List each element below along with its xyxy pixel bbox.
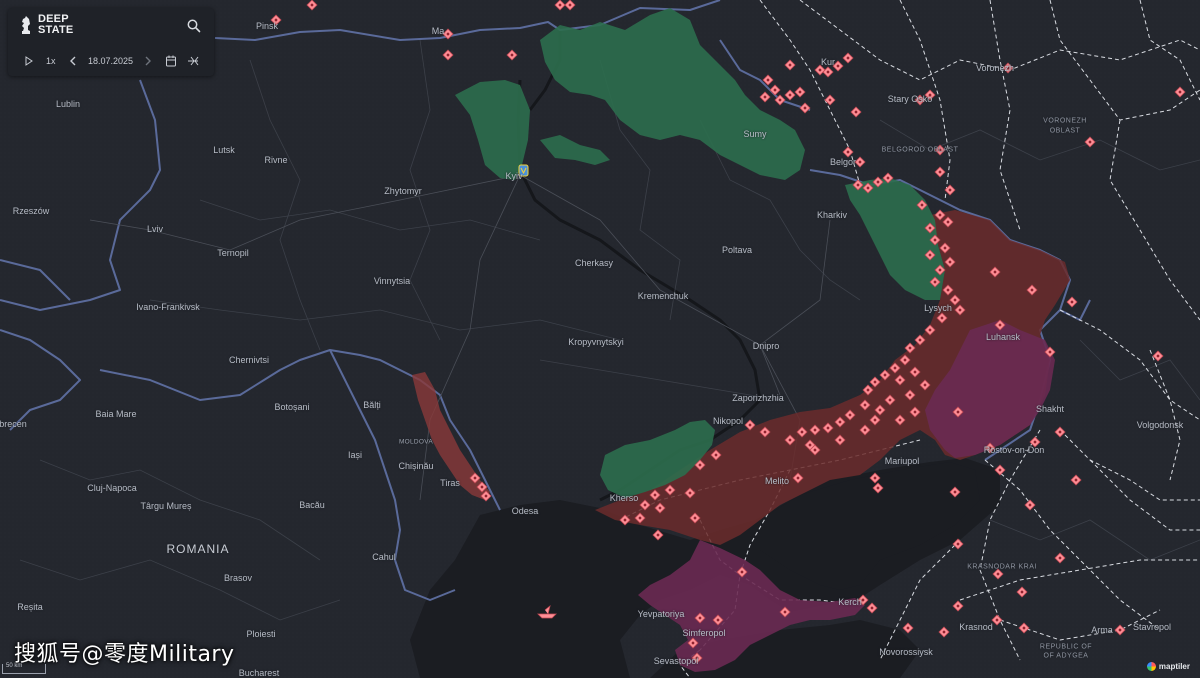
city-label: Luhansk [985, 332, 1021, 342]
city-label: Nikopol [712, 416, 744, 426]
region-label: BELGOROD OBLAST [881, 146, 959, 154]
city-label: Tiras [440, 478, 460, 488]
city-label: Brasov [223, 573, 253, 583]
city-label: Pinsk [255, 21, 279, 31]
city-label: Mariupol [884, 456, 920, 466]
city-label: Baia Mare [95, 409, 137, 419]
city-label: Târgu Mureș [140, 501, 192, 511]
city-label: Chernivtsi [228, 355, 270, 365]
city-label: Ma [431, 26, 445, 36]
region-label: KRASNODAR KRAI [967, 563, 1037, 571]
city-label: Poltava [721, 245, 753, 255]
city-label: Krasnod [959, 622, 993, 632]
city-label: Novorossiysk [879, 647, 933, 657]
chess-knight-logo-icon [22, 16, 30, 34]
city-label: Simferopol [682, 628, 726, 638]
city-label: Bacău [299, 500, 325, 510]
chevron-left-icon[interactable] [68, 54, 78, 68]
city-label: Rivne [264, 155, 288, 165]
scale-label: 50 km [6, 663, 23, 669]
city-label: Kherso [609, 493, 639, 503]
city-label: Kharkiv [816, 210, 848, 220]
city-label: Ternopil [217, 248, 249, 258]
region-label: OF ADYGEA [1043, 652, 1089, 660]
city-label: Lysych [924, 303, 952, 313]
city-label: Vinnytsia [373, 276, 411, 286]
region-label: VORONEZH [1043, 117, 1087, 125]
city-label: Yevpatoriya [637, 609, 685, 619]
deepstate-logo[interactable]: DEEP STATE [20, 14, 73, 36]
city-label: Rzeszów [12, 206, 50, 216]
city-label: Kropyvnytskyi [568, 337, 624, 347]
date-display[interactable]: 18.07.2025 [88, 54, 133, 68]
city-label: Melito [764, 476, 790, 486]
city-label: Zaporizhzhia [732, 393, 784, 403]
city-label: Kerch [838, 597, 862, 607]
city-label: Sumy [743, 129, 767, 139]
city-label: Bucharest [238, 668, 280, 678]
city-label: Stary Osko [887, 94, 933, 104]
city-label: Chișinău [398, 461, 434, 471]
search-icon[interactable] [186, 18, 202, 34]
city-label: Belgor [829, 157, 857, 167]
city-label: Kyiv [505, 171, 523, 181]
logo-text-line2: STATE [38, 24, 74, 36]
chevron-right-icon[interactable] [143, 54, 153, 68]
city-label: Lublin [55, 99, 81, 109]
city-label: Bălți [363, 400, 381, 410]
city-label: Cluj-Napoca [87, 483, 137, 493]
city-label: Cherkasy [574, 258, 614, 268]
city-label: Lutsk [213, 145, 235, 155]
city-label: brecen [0, 419, 27, 429]
city-label: Zhytomyr [384, 186, 422, 196]
city-label: Iași [347, 450, 363, 460]
maptiler-attribution[interactable]: maptiler [1146, 662, 1190, 671]
country-label: ROMANIA [166, 542, 230, 556]
city-label: Arma [1091, 625, 1113, 635]
watermark-text: 搜狐号@零度Military [14, 642, 235, 667]
calendar-icon[interactable] [165, 54, 177, 68]
city-label: Botoșani [274, 402, 310, 412]
city-label: Dnipro [752, 341, 780, 351]
maptiler-logo-icon [1146, 662, 1156, 671]
maptiler-text: maptiler [1158, 662, 1190, 671]
city-label: Reșita [17, 602, 43, 612]
country-label: MOLDOVA [398, 438, 434, 446]
city-label: Lviv [146, 224, 164, 234]
city-label: Odesa [511, 506, 539, 516]
city-label: Sevastopol [653, 656, 699, 666]
city-label: Kremenchuk [637, 291, 689, 301]
collapse-icon[interactable] [186, 54, 200, 68]
city-label: Rostov-on-Don [983, 445, 1045, 455]
city-label: Kur [820, 57, 836, 67]
city-label: Cahul [372, 552, 396, 562]
city-label: Voronezh [975, 63, 1015, 73]
city-label: Shakht [1035, 404, 1065, 414]
playback-speed[interactable]: 1x [46, 54, 56, 68]
scale-bar: 50 km [2, 663, 46, 674]
city-label: Ivano-Frankivsk [136, 302, 200, 312]
control-panel: DEEP STATE 1x 18.07.2025 [8, 8, 214, 76]
city-label: Stavropol [1132, 622, 1172, 632]
city-label: Ploiesti [246, 629, 276, 639]
play-icon[interactable] [24, 54, 34, 68]
city-label: Volgodonsk [1136, 420, 1184, 430]
region-label: REPUBLIC OF [1039, 643, 1093, 651]
region-label: OBLAST [1049, 127, 1081, 135]
